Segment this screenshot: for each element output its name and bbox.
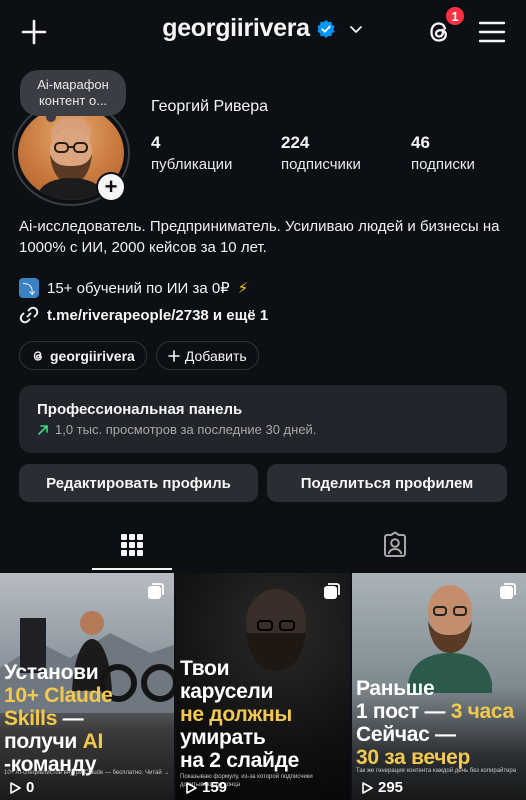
stat-value: 224 (281, 133, 310, 152)
post-views: 295 (360, 779, 403, 796)
grid-icon (120, 534, 143, 556)
carousel-icon (500, 583, 516, 599)
stat-label: подписчики (281, 156, 361, 173)
plus-icon: + (98, 174, 124, 200)
plus-icon (168, 349, 180, 362)
post-headline: Твои карусели не должны умирать на 2 сла… (180, 657, 299, 772)
bio: Ai-исследователь. Предприниматель. Усили… (19, 218, 500, 256)
stat-value: 46 (411, 133, 430, 152)
bio-highlight-line: ⤵ 15+ обучений по ИИ за 0₽ ⚡ (19, 278, 248, 298)
link-text: t.me/riverapeople/2738 и ещё 1 (47, 306, 269, 324)
bio-highlight-text: 15+ обучений по ИИ за 0₽ (47, 280, 230, 297)
profile-actions: Редактировать профиль Поделиться профиле… (19, 464, 507, 502)
stat-posts[interactable]: 4 публикации (151, 133, 281, 175)
play-icon (362, 781, 373, 794)
add-chip-label: Добавить (184, 347, 247, 364)
threads-chip-label: georgiirivera (50, 347, 135, 364)
views-count: 0 (26, 779, 35, 796)
full-name: Георгий Ривера (151, 98, 269, 115)
stat-following[interactable]: 46 подписки (411, 133, 526, 175)
play-icon (186, 781, 197, 794)
threads-icon (33, 350, 42, 361)
post-thumbnail[interactable]: Раньше 1 пост — 3 часа Сейчас — 30 за ве… (352, 573, 526, 800)
share-profile-button[interactable]: Поделиться профилем (267, 464, 507, 502)
profile-stats: 4 публикации 224 подписчики 46 подписки (151, 133, 526, 175)
post-headline: Установи 10+ Claude Skills — получи AI -… (4, 661, 113, 776)
headline-line: Сейчас — (356, 723, 456, 746)
headline-line: 1 пост — 3 часа (356, 700, 514, 723)
headline-line-part: AI (82, 730, 104, 753)
lightning-emoji-icon: ⚡ (237, 280, 249, 297)
trend-up-icon (38, 424, 48, 435)
post-caption: 10+ AI-специалистов внутри Claude — бесп… (4, 770, 170, 776)
arrow-down-emoji-icon: ⤵ (19, 278, 39, 298)
post-views: 0 (8, 779, 34, 796)
headline-line: на 2 слайде (180, 749, 300, 772)
headline-line: Установи (4, 661, 99, 684)
pro-panel-subtitle: 1,0 тыс. просмотров за последние 30 дней… (37, 422, 489, 437)
professional-dashboard[interactable]: Профессиональная панель 1,0 тыс. просмот… (19, 385, 507, 453)
stat-value: 4 (151, 133, 161, 152)
headline-line: Твои (180, 657, 230, 680)
post-thumbnail[interactable]: Твои карусели не должны умирать на 2 сла… (176, 573, 350, 800)
threads-chip[interactable]: georgiirivera (19, 341, 147, 370)
link-icon (19, 306, 39, 324)
post-thumbnail[interactable]: Установи 10+ Claude Skills — получи AI -… (0, 573, 174, 800)
add-story-button[interactable]: + (96, 172, 126, 202)
profile-note[interactable]: Ai-марафон контент о... (20, 70, 126, 122)
post-caption: Так же генерация контента каждой день бе… (356, 768, 517, 774)
tagged-person-icon (383, 531, 406, 557)
headline-line: получи AI (4, 730, 104, 753)
chevron-down-icon (349, 25, 362, 33)
stat-label: публикации (151, 156, 233, 173)
headline-line: 30 за вечер (356, 746, 471, 769)
verified-badge-icon (317, 19, 335, 38)
views-count: 295 (378, 779, 404, 796)
stat-followers[interactable]: 224 подписчики (281, 133, 411, 175)
headline-line: Раньше (356, 677, 435, 700)
bio-link[interactable]: t.me/riverapeople/2738 и ещё 1 (19, 305, 268, 325)
headline-line-part: Skills (4, 707, 58, 730)
profile-tabs (0, 520, 526, 570)
tab-tagged[interactable] (263, 520, 526, 570)
play-icon (10, 781, 21, 794)
add-chip[interactable]: Добавить (155, 341, 259, 370)
notification-badge: 1 (444, 5, 466, 27)
stat-label: подписки (411, 156, 475, 173)
profile-chips: georgiirivera Добавить (19, 341, 259, 370)
headline-line-part: 3 часа (450, 700, 515, 723)
post-headline: Раньше 1 пост — 3 часа Сейчас — 30 за ве… (356, 677, 514, 769)
headline-line: Skills — (4, 707, 84, 730)
headline-line: 10+ Claude (4, 684, 113, 707)
tab-grid[interactable] (0, 520, 263, 570)
carousel-icon (324, 583, 340, 599)
top-bar: georgiirivera 1 (0, 0, 526, 64)
headline-line: не должны (180, 703, 292, 726)
headline-line: умирать (180, 726, 266, 749)
pro-panel-title: Профессиональная панель (37, 401, 243, 418)
edit-profile-button[interactable]: Редактировать профиль (19, 464, 258, 502)
post-views: 159 (184, 779, 227, 796)
headline-line: карусели (180, 680, 274, 703)
views-count: 159 (202, 779, 228, 796)
pro-panel-views: 1,0 тыс. просмотров за последние 30 дней… (55, 422, 317, 437)
username: georgiirivera (162, 14, 310, 42)
hamburger-menu-icon[interactable] (478, 19, 506, 45)
active-tab-indicator (92, 568, 172, 570)
carousel-icon (148, 583, 164, 599)
posts-grid: Установи 10+ Claude Skills — получи AI -… (0, 573, 526, 800)
